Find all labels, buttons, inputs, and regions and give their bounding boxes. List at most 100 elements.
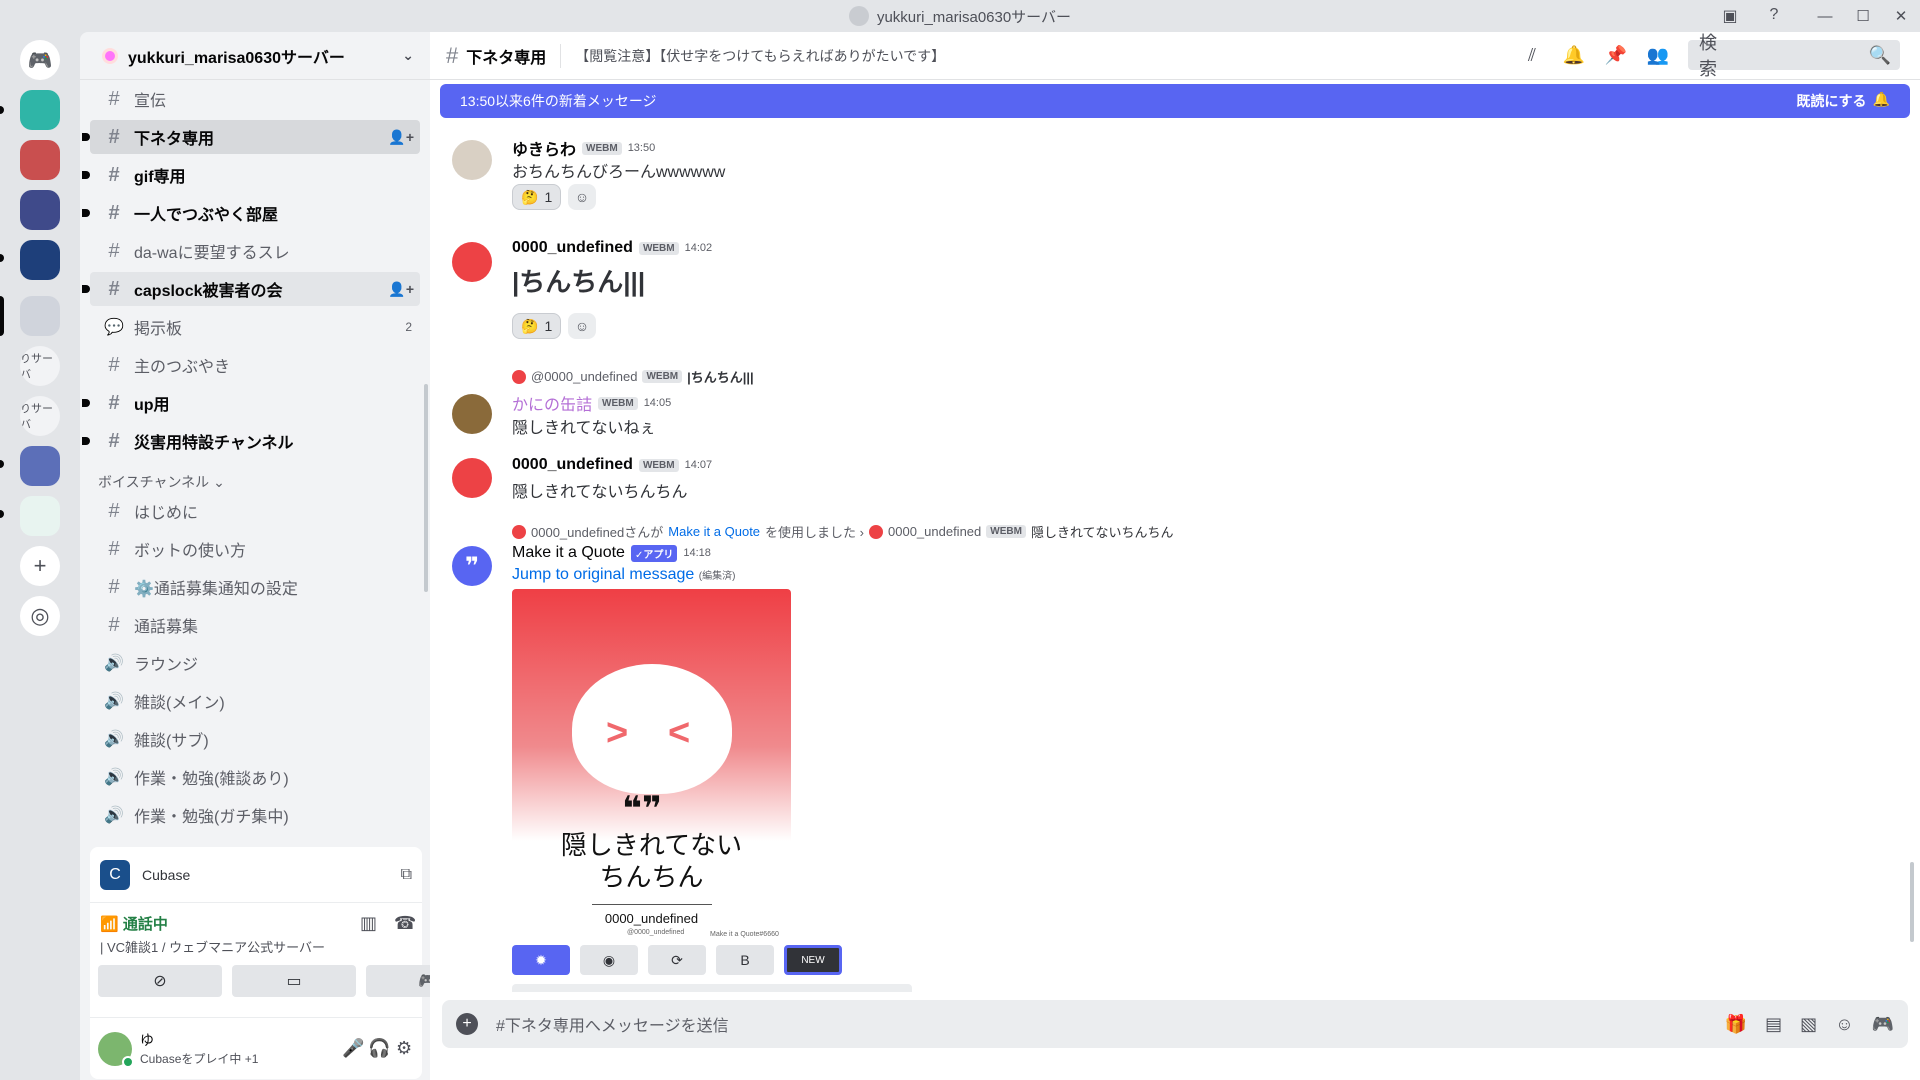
channel-item[interactable]: # はじめに — [90, 494, 420, 528]
gift-icon[interactable]: 🎁 — [1725, 1014, 1747, 1035]
avatar[interactable] — [452, 242, 492, 282]
interaction-reference[interactable]: 0000_undefinedさんが Make it a Quote を使用しました … — [512, 522, 1174, 541]
author-name[interactable]: 0000_undefined — [512, 239, 633, 257]
threads-icon[interactable]: ⫽ — [1520, 45, 1544, 66]
channel-item[interactable]: # 宣伝 — [90, 82, 420, 116]
members-icon[interactable]: 👥 — [1646, 45, 1670, 66]
help-icon[interactable]: ? — [1764, 6, 1784, 26]
voice-channel-item[interactable]: 🔊 雑談(サブ) — [90, 722, 420, 756]
server-icon[interactable]: りサーバ — [20, 396, 60, 436]
sidebar-scrollbar[interactable] — [424, 384, 428, 592]
channel-item[interactable]: # 一人でつぶやく部屋 — [82, 196, 420, 230]
bold-icon: B — [740, 952, 750, 968]
channel-item[interactable]: # ボットの使い方 — [90, 532, 420, 566]
guild-tag[interactable]: WEBM — [582, 141, 622, 155]
light-mode-button[interactable]: ✹ — [512, 945, 570, 975]
voice-status[interactable]: 📶 通話中 | VC雑談1 / ウェブマニア公式サーバー — [100, 913, 325, 956]
channel-topic[interactable]: 【閲覧注意】【伏せ字をつけてもらえればありがたいです】 — [575, 46, 945, 66]
minimize-button[interactable]: — — [1806, 8, 1844, 25]
chevron-down-icon[interactable]: ⌄ — [402, 47, 414, 64]
category-header[interactable]: ボイスチャンネル ⌄ — [98, 472, 225, 492]
pin-icon[interactable]: 📌 — [1604, 45, 1628, 66]
explore-button[interactable]: ◎ — [20, 596, 60, 636]
channel-label: gif専用 — [134, 169, 186, 186]
channel-item[interactable]: # ⚙️通話募集通知の設定 — [90, 570, 420, 604]
bell-icon[interactable]: 🔔 — [1562, 45, 1586, 66]
search-input[interactable]: 検索 🔍 — [1688, 33, 1900, 79]
reaction[interactable]: 🤔 1 — [512, 184, 562, 210]
jump-link[interactable]: Jump to original message — [512, 566, 694, 583]
author-name[interactable]: かにの缶詰 — [512, 391, 592, 415]
close-button[interactable]: ✕ — [1882, 7, 1920, 25]
avatar[interactable]: ❞ — [452, 546, 492, 586]
refresh-button[interactable]: ⟳ — [648, 945, 706, 975]
voice-channel-item[interactable]: 🔊 作業・勉強(雑談あり) — [90, 760, 420, 794]
chat-scrollbar[interactable] — [1910, 862, 1914, 942]
reply-reference[interactable]: @0000_undefined WEBM |ちんちん||| — [512, 367, 754, 386]
server-icon-selected[interactable] — [20, 296, 60, 336]
disconnect-icon[interactable]: ☎ — [394, 913, 416, 934]
channel-item-forum[interactable]: 💬 掲示板 2 — [90, 310, 420, 344]
channel-item-active[interactable]: # 下ネタ専用 👤+ — [82, 120, 420, 154]
gif-icon[interactable]: ▤ — [1765, 1014, 1782, 1035]
server-header[interactable]: yukkuri_marisa0630サーバー ⌄ — [80, 32, 430, 80]
stream-icon[interactable]: ⧉ — [401, 866, 412, 884]
server-icon[interactable] — [20, 190, 60, 230]
reaction[interactable]: 🤔 1 — [512, 313, 562, 339]
video-off-icon: ⊘ — [153, 973, 167, 990]
channel-item[interactable]: # up用 — [82, 386, 420, 420]
avatar[interactable] — [452, 140, 492, 180]
bold-button[interactable]: B — [716, 945, 774, 975]
server-icon[interactable]: りサーバ — [20, 346, 60, 386]
author-name[interactable]: ゆきらわ — [512, 136, 576, 160]
headphones-icon[interactable]: 🎧 — [368, 1038, 390, 1059]
channel-item[interactable]: # da-waに要望するスレ — [90, 234, 420, 268]
add-reaction-button[interactable]: ☺ — [568, 184, 596, 210]
channel-item[interactable]: # 主のつぶやき — [90, 348, 420, 382]
guild-tag[interactable]: WEBM — [638, 241, 679, 255]
voice-channel-item[interactable]: 🔊 ラウンジ — [90, 646, 420, 680]
avatar[interactable] — [452, 458, 492, 498]
microphone-icon[interactable]: 🎤 — [342, 1038, 364, 1059]
server-icon[interactable] — [20, 446, 60, 486]
channel-item[interactable]: # 通話募集 — [90, 608, 420, 642]
direct-messages-button[interactable]: 🎮 — [20, 40, 60, 80]
camera-off-button[interactable]: ⊘ — [98, 965, 222, 997]
server-icon[interactable] — [20, 240, 60, 280]
voice-channel-item[interactable]: 🔊 作業・勉強(ガチ集中) — [90, 798, 420, 832]
activity-icon[interactable]: 🎮 — [1872, 1014, 1894, 1035]
guild-tag[interactable]: WEBM — [638, 458, 679, 472]
add-member-icon[interactable]: 👤+ — [388, 281, 414, 298]
server-icon[interactable] — [20, 496, 60, 536]
mark-read-button[interactable]: 既読にする 🔔 — [1796, 91, 1890, 111]
quote-image[interactable]: > < ❝❞ 隠しきれてない ちんちん 0000_undefined @0000_… — [512, 589, 791, 939]
plus-icon[interactable]: + — [456, 1013, 478, 1035]
channel-item[interactable]: # gif専用 — [82, 158, 420, 192]
emoji-icon[interactable]: ☺ — [1835, 1014, 1853, 1035]
add-reaction-button[interactable]: ☺ — [568, 313, 596, 339]
new-button[interactable]: NEW — [784, 945, 842, 975]
gear-icon[interactable]: ⚙ — [396, 1038, 412, 1059]
noise-suppression-icon[interactable]: ▥ — [360, 913, 377, 934]
color-button[interactable]: ◉ — [580, 945, 638, 975]
sticker-icon[interactable]: ▧ — [1800, 1014, 1817, 1035]
author-name[interactable]: 0000_undefined — [512, 456, 633, 474]
author-name[interactable]: Make it a Quote — [512, 544, 625, 562]
server-icon[interactable] — [20, 90, 60, 130]
new-messages-bar[interactable]: 13:50以来6件の新着メッセージ 既読にする 🔔 — [440, 84, 1910, 118]
add-server-button[interactable]: + — [20, 546, 60, 586]
inbox-icon[interactable]: ▣ — [1720, 6, 1740, 26]
channel-item[interactable]: # capslock被害者の会 👤+ — [82, 272, 420, 306]
online-status-icon — [122, 1055, 134, 1068]
avatar[interactable] — [98, 1031, 134, 1068]
avatar[interactable] — [452, 394, 492, 434]
channel-item[interactable]: # 災害用特設チャンネル — [82, 424, 420, 458]
app-link[interactable]: Make it a Quote — [668, 524, 760, 539]
screen-share-button[interactable]: ▭ — [232, 965, 356, 997]
message-composer[interactable]: + #下ネタ専用へメッセージを送信 🎁 ▤ ▧ ☺ 🎮 — [442, 1000, 1908, 1048]
voice-channel-item[interactable]: 🔊 雑談(メイン) — [90, 684, 420, 718]
add-member-icon[interactable]: 👤+ — [388, 129, 414, 146]
maximize-button[interactable]: ☐ — [1844, 7, 1882, 25]
guild-tag[interactable]: WEBM — [598, 396, 638, 410]
server-icon[interactable] — [20, 140, 60, 180]
